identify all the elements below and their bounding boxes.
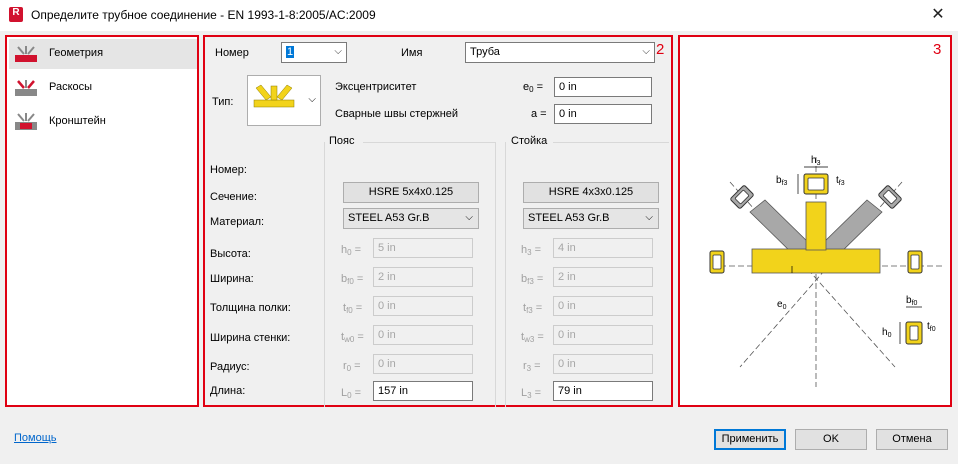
chord-r-symbol: r0 = (343, 360, 361, 373)
sidebar-item-label: Геометрия (49, 47, 104, 59)
preview-panel: 3 h3 bf3 tf3 e0 bf0 h0 tf0 (678, 35, 952, 407)
post-height-input[interactable]: 4 in (553, 238, 653, 258)
row-label-web-width: Ширина стенки: (210, 332, 291, 344)
welds-label: Сварные швы стержней (335, 108, 459, 120)
connection-type-icon (253, 84, 295, 108)
name-value: Труба (470, 46, 500, 58)
type-label: Тип: (212, 96, 234, 108)
number-label: Номер (215, 47, 249, 59)
e0-label: e0 (777, 299, 787, 311)
help-link[interactable]: Помощь (14, 432, 57, 444)
row-label-length: Длина: (210, 385, 246, 397)
window-title: Определите трубное соединение - EN 1993-… (31, 8, 376, 22)
chord-L-symbol: L0 = (341, 387, 362, 400)
post-length-input[interactable]: 79 in (553, 381, 653, 401)
cancel-button[interactable]: Отмена (876, 429, 948, 450)
post-divider (553, 142, 669, 143)
bf0-label: bf0 (906, 295, 918, 307)
chevron-down-icon: ⌵ (645, 212, 653, 223)
tf3-label: tf3 (836, 175, 845, 187)
chord-section-button[interactable]: HSRE 5x4x0.125 (343, 182, 479, 203)
post-tw-symbol: tw3 = (521, 331, 544, 344)
chord-flange-input[interactable]: 0 in (373, 296, 473, 316)
ok-button[interactable]: OK (795, 429, 867, 450)
row-label-number: Номер: (210, 164, 247, 176)
chord-material-select[interactable]: STEEL A53 Gr.B ⌵ (343, 208, 479, 229)
chord-radius-input[interactable]: 0 in (373, 354, 473, 374)
post-web-input[interactable]: 0 in (553, 325, 653, 345)
row-label-section: Сечение: (210, 191, 257, 203)
eccentricity-input[interactable]: 0 in (554, 77, 652, 97)
bf3-label: bf3 (776, 175, 788, 187)
bracket-icon (15, 113, 37, 130)
post-divider-left (505, 142, 506, 407)
chevron-down-icon: ⌵ (334, 46, 342, 57)
type-select[interactable]: ⌵ (247, 75, 321, 126)
post-header: Стойка (511, 135, 548, 147)
chevron-down-icon: ⌵ (465, 212, 473, 223)
sidebar: 1 Геометрия Раскосы Кронштейн (5, 35, 199, 407)
post-b-symbol: bf3 = (521, 273, 544, 286)
chord-width-input[interactable]: 2 in (373, 267, 473, 287)
post-h-symbol: h3 = (521, 244, 542, 257)
chevron-down-icon: ⌵ (642, 46, 650, 57)
chord-divider-right (495, 142, 496, 407)
welds-input[interactable]: 0 in (554, 104, 652, 124)
close-icon[interactable]: ✕ (927, 4, 949, 26)
chord-height-input[interactable]: 5 in (373, 238, 473, 258)
title-bar: R Определите трубное соединение - EN 199… (0, 0, 958, 31)
app-icon: R (9, 7, 23, 22)
chord-divider-left (324, 142, 325, 407)
number-select[interactable]: 1 ⌵ (281, 42, 347, 63)
name-label: Имя (401, 47, 423, 59)
chord-h-symbol: h0 = (341, 244, 362, 257)
sidebar-item-label: Кронштейн (49, 115, 106, 127)
tf0-label: tf0 (927, 321, 936, 333)
h3-label: h3 (811, 155, 821, 167)
chord-t-symbol: tf0 = (343, 302, 363, 315)
chevron-down-icon: ⌵ (308, 94, 316, 105)
eccentricity-label: Эксцентриситет (335, 81, 417, 93)
eccentricity-symbol: e0 = (523, 81, 544, 94)
sidebar-item-geometry[interactable]: Геометрия (9, 39, 197, 69)
post-r-symbol: r3 = (523, 360, 541, 373)
row-label-radius: Радиус: (210, 361, 250, 373)
chord-b-symbol: bf0 = (341, 273, 364, 286)
post-section-button[interactable]: HSRE 4x3x0.125 (523, 182, 659, 203)
sidebar-item-label: Раскосы (49, 81, 93, 93)
post-material-select[interactable]: STEEL A53 Gr.B ⌵ (523, 208, 659, 229)
chord-header: Пояс (329, 135, 355, 147)
row-label-flange-thickness: Толщина полки: (210, 302, 291, 314)
row-label-material: Материал: (210, 216, 265, 228)
chord-tw-symbol: tw0 = (341, 331, 364, 344)
chord-web-input[interactable]: 0 in (373, 325, 473, 345)
number-value: 1 (286, 46, 295, 58)
post-member (805, 201, 827, 251)
row-label-width: Ширина: (210, 273, 254, 285)
braces-icon (15, 80, 37, 96)
chord-member (751, 248, 881, 274)
post-radius-input[interactable]: 0 in (553, 354, 653, 374)
post-L-symbol: L3 = (521, 387, 542, 400)
chord-divider (363, 142, 495, 143)
post-flange-input[interactable]: 0 in (553, 296, 653, 316)
panel-number-2: 2 (656, 41, 665, 58)
sidebar-item-bracket[interactable]: Кронштейн (9, 107, 197, 137)
row-label-height: Высота: (210, 248, 251, 260)
h0-label: h0 (882, 327, 892, 339)
apply-button[interactable]: Применить (714, 429, 786, 450)
post-width-input[interactable]: 2 in (553, 267, 653, 287)
joint-preview-drawing: h3 bf3 tf3 e0 bf0 h0 tf0 (709, 155, 942, 387)
name-select[interactable]: Труба ⌵ (465, 42, 655, 63)
welds-symbol: a = (531, 108, 547, 120)
geometry-icon (15, 46, 37, 62)
chord-length-input[interactable]: 157 in (373, 381, 473, 401)
post-t-symbol: tf3 = (523, 302, 543, 315)
parameters-panel: 2 Номер 1 ⌵ Имя Труба ⌵ Тип: ⌵ Эксцентри… (203, 35, 673, 407)
sidebar-item-braces[interactable]: Раскосы (9, 73, 197, 103)
